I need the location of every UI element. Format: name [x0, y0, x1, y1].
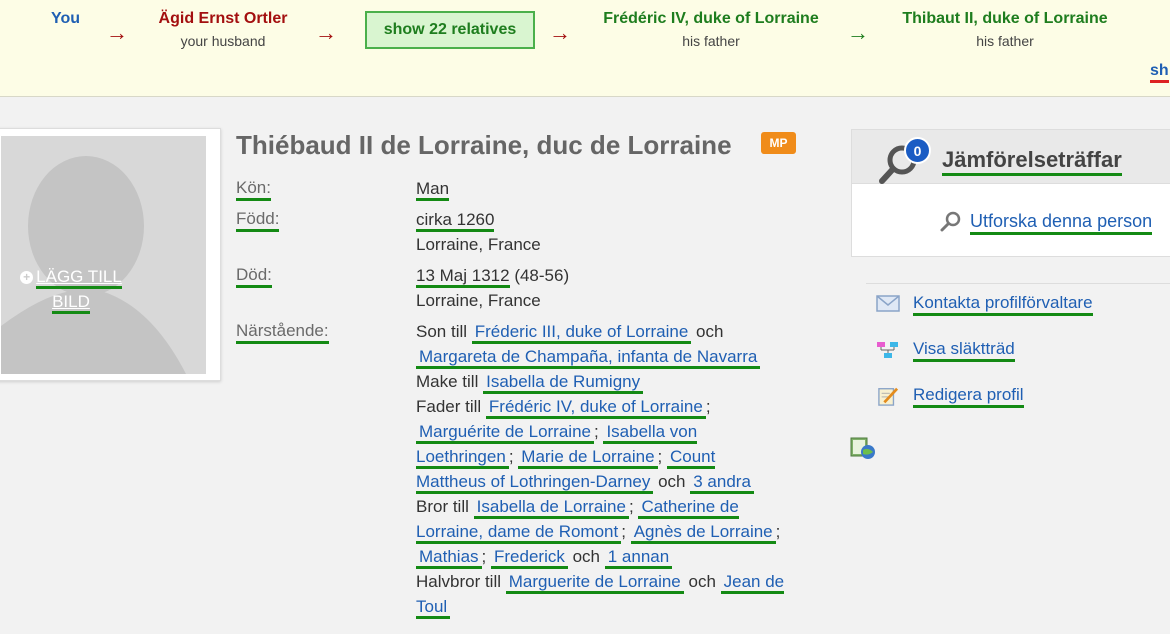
path-node-you[interactable]: You	[51, 9, 80, 29]
explore-person-link[interactable]: Utforska denna person	[970, 211, 1153, 235]
spouse-link[interactable]: Isabella de Rumigny	[483, 372, 644, 394]
plus-icon: +	[20, 271, 34, 284]
show-more-link[interactable]: sh	[1150, 62, 1169, 83]
siblings-line: Bror till Isabella de Lorraine; Catherin…	[416, 494, 786, 569]
child-link[interactable]: Frédéric IV, duke of Lorraine	[485, 397, 706, 419]
gender-value: Man	[416, 176, 450, 201]
add-photo-label-2[interactable]: BILD	[52, 292, 90, 314]
father-name[interactable]: Frédéric IV, duke of Lorraine	[598, 9, 824, 29]
matches-title[interactable]: Jämförelseträffar	[942, 147, 1122, 176]
parent-link[interactable]: Fréderic III, duke of Lorraine	[471, 322, 692, 344]
avatar-placeholder: + LÄGG TILL BILD	[1, 136, 206, 374]
envelope-icon	[876, 295, 900, 312]
matches-header: 0 Jämförelseträffar	[852, 130, 1170, 184]
path-node-grandfather[interactable]: Thibaut II, duke of Lorraine his father	[895, 9, 1115, 49]
page-title: Thiébaud II de Lorraine, duc de Lorraine	[236, 130, 732, 160]
edit-icon	[878, 387, 899, 406]
book-globe-icon[interactable]	[850, 436, 876, 460]
relatives-label: Närstående:	[236, 321, 329, 344]
sibling-link[interactable]: Frederick	[491, 547, 568, 569]
more-children-link[interactable]: 3 andra	[690, 472, 754, 494]
add-photo-label-1[interactable]: LÄGG TILL	[36, 267, 122, 289]
gender-label: Kön:	[236, 178, 271, 201]
born-label: Född:	[236, 209, 280, 232]
family-tree-icon	[877, 342, 898, 358]
grandfather-name[interactable]: Thibaut II, duke of Lorraine	[895, 9, 1115, 29]
born-date: cirka 1260	[416, 210, 495, 232]
died-value: 13 Maj 1312 (48-56) Lorraine, France	[416, 263, 569, 313]
father-relation: his father	[682, 33, 740, 49]
more-siblings-link[interactable]: 1 annan	[604, 547, 673, 569]
path-node-husband[interactable]: Ägid Ernst Ortler your husband	[152, 9, 294, 49]
died-label: Död:	[236, 265, 272, 288]
husband-relation: your husband	[180, 33, 266, 49]
sidebar-divider	[866, 283, 1170, 284]
matches-panel: 0 Jämförelseträffar Utforska denna perso…	[851, 129, 1170, 257]
mp-badge[interactable]: MP	[761, 132, 796, 154]
died-date: 13 Maj 1312	[416, 266, 510, 288]
match-count-badge: 0	[904, 137, 931, 164]
profile-photo-frame: + LÄGG TILL BILD	[0, 128, 221, 381]
path-arrow-icon: →	[315, 20, 337, 45]
died-place: Lorraine, France	[416, 291, 541, 310]
path-arrow-icon: →	[847, 20, 869, 45]
husband-name[interactable]: Ägid Ernst Ortler	[152, 9, 294, 29]
born-value: cirka 1260 Lorraine, France	[416, 207, 541, 257]
children-line: Fader till Frédéric IV, duke of Lorraine…	[416, 394, 786, 494]
half-siblings-line: Halvbror till Marguerite de Lorraine och…	[416, 569, 786, 619]
relatives-list: Son till Fréderic III, duke of Lorraine …	[416, 319, 786, 619]
you-label[interactable]: You	[51, 9, 80, 29]
view-tree-link[interactable]: Visa släktträd	[913, 339, 1015, 362]
parent-link[interactable]: Margareta de Champaña, infanta de Navarr…	[416, 347, 761, 369]
born-place: Lorraine, France	[416, 235, 541, 254]
add-photo-button[interactable]: + LÄGG TILL BILD	[11, 264, 131, 314]
grandfather-relation: his father	[976, 33, 1034, 49]
died-age: (48-56)	[514, 266, 570, 285]
search-icon	[940, 211, 961, 232]
contact-manager-link[interactable]: Kontakta profilförvaltare	[913, 293, 1093, 316]
spouse-line: Make till Isabella de Rumigny	[416, 369, 786, 394]
path-arrow-icon: →	[549, 20, 571, 45]
sibling-link[interactable]: Agnès de Lorraine	[630, 522, 776, 544]
show-relatives-button[interactable]: show 22 relatives	[365, 11, 535, 49]
child-link[interactable]: Marie de Lorraine	[518, 447, 658, 469]
child-link[interactable]: Marguérite de Lorraine	[416, 422, 594, 444]
edit-profile-link[interactable]: Redigera profil	[913, 385, 1024, 408]
sibling-link[interactable]: Isabella de Lorraine	[473, 497, 629, 519]
path-node-father[interactable]: Frédéric IV, duke of Lorraine his father	[598, 9, 824, 49]
sibling-link[interactable]: Mathias	[416, 547, 482, 569]
relationship-path-bar: You → Ägid Ernst Ortler your husband → s…	[0, 0, 1170, 97]
parents-line: Son till Fréderic III, duke of Lorraine …	[416, 319, 786, 369]
silhouette-icon	[1, 136, 206, 374]
path-arrow-icon: →	[106, 20, 128, 45]
half-sibling-link[interactable]: Marguerite de Lorraine	[505, 572, 684, 594]
